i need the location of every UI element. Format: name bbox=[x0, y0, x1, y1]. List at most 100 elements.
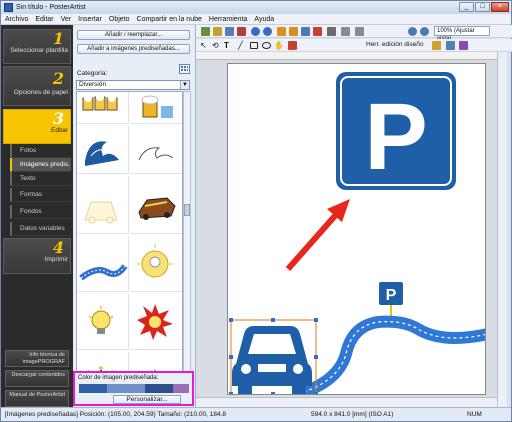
close-button[interactable]: × bbox=[491, 2, 509, 12]
color-swatch-1[interactable] bbox=[79, 384, 107, 393]
step-number: 3 bbox=[52, 109, 64, 128]
rectangle-tool-icon[interactable] bbox=[250, 42, 258, 49]
status-position: [Imágenes prediseñadas] Posición: (105.0… bbox=[5, 411, 227, 418]
distribute-icon[interactable] bbox=[289, 27, 298, 36]
grid-icon[interactable] bbox=[355, 27, 364, 36]
menu-compartir[interactable]: Compartir en la nube bbox=[133, 16, 205, 23]
poster-artwork: P P bbox=[229, 72, 486, 394]
status-num: NUM bbox=[467, 411, 482, 418]
zoom-in-icon[interactable] bbox=[408, 27, 417, 36]
arrange-icon[interactable] bbox=[301, 27, 310, 36]
open-icon[interactable] bbox=[213, 27, 222, 36]
steps-sidebar: 1 Seleccionar plantilla 2 Opciones de pa… bbox=[1, 25, 73, 407]
status-bar: [Imágenes prediseñadas] Posición: (105.0… bbox=[1, 407, 511, 421]
sidebar-item-formas[interactable]: Formas bbox=[10, 188, 71, 202]
download-content-button[interactable]: Descargar contenidos bbox=[5, 370, 69, 387]
manual-button[interactable]: Manual de PosterArtist bbox=[5, 390, 69, 407]
car-clipart[interactable] bbox=[232, 326, 312, 394]
thumb-idea-bulb-badge[interactable] bbox=[131, 236, 182, 292]
clipart-color-section: Color de imagen prediseñada: Personaliza… bbox=[73, 371, 194, 406]
zoom-out-icon[interactable] bbox=[420, 27, 429, 36]
menu-archivo[interactable]: Archivo bbox=[1, 16, 31, 23]
app-window: Sin título - PosterArtist _ □ × Archivo … bbox=[0, 0, 512, 422]
sidebar-item-datos[interactable]: Datos variables bbox=[10, 222, 71, 236]
title-bar: Sin título - PosterArtist _ □ × bbox=[1, 1, 511, 14]
imageprograf-info-button[interactable]: Info técnica de imagePROGRAF bbox=[5, 350, 69, 367]
redo-icon[interactable] bbox=[263, 27, 272, 36]
red-arrow[interactable] bbox=[285, 207, 344, 271]
print-icon[interactable] bbox=[237, 27, 246, 36]
category-select[interactable]: Diversión ▼ bbox=[76, 80, 190, 90]
thumb-road[interactable] bbox=[77, 236, 129, 292]
menu-objeto[interactable]: Objeto bbox=[105, 16, 133, 23]
select-arrow-icon[interactable]: ↖ bbox=[200, 41, 209, 50]
menu-bar: Archivo Editar Ver Insertar Objeto Compa… bbox=[1, 14, 511, 25]
group-icon[interactable] bbox=[313, 27, 322, 36]
sidebar-item-fondos[interactable]: Fondos bbox=[10, 205, 71, 219]
poster-page[interactable]: P P bbox=[227, 63, 486, 395]
step-1-select-template[interactable]: 1 Seleccionar plantilla bbox=[3, 29, 71, 64]
road-clipart[interactable] bbox=[296, 315, 486, 394]
step-number: 4 bbox=[52, 238, 64, 257]
vertical-scrollbar[interactable] bbox=[497, 52, 507, 407]
add-replace-button[interactable]: Añadir / reemplazar... bbox=[77, 30, 190, 40]
zoom-select[interactable]: 100% (Ajustar vista) bbox=[434, 26, 490, 42]
thumb-wave[interactable] bbox=[77, 126, 129, 174]
design-tool-label[interactable]: Herr. edición diseño bbox=[366, 41, 423, 48]
menu-ver[interactable]: Ver bbox=[57, 16, 75, 23]
menu-editar[interactable]: Editar bbox=[31, 16, 56, 23]
color-swatch-2[interactable] bbox=[107, 384, 145, 393]
grid-view-icon[interactable] bbox=[179, 64, 190, 74]
category-value: Diversión bbox=[79, 81, 107, 88]
hand-tool-icon[interactable]: ✋ bbox=[274, 41, 284, 50]
ruler bbox=[196, 52, 504, 60]
thumb-beer-glass[interactable] bbox=[131, 92, 182, 124]
chevron-down-icon[interactable] bbox=[341, 27, 350, 36]
sidebar-item-imagenes[interactable]: Imágenes predis. bbox=[10, 158, 71, 172]
save-icon[interactable] bbox=[225, 27, 234, 36]
ellipse-tool-icon[interactable] bbox=[262, 42, 271, 49]
step-label: Opciones de papel bbox=[13, 89, 68, 96]
sidebar-item-fotos[interactable]: Fotos bbox=[10, 144, 71, 158]
maximize-button[interactable]: □ bbox=[475, 2, 490, 12]
thumb-beer-mugs[interactable] bbox=[77, 92, 129, 124]
clipart-thumbnails bbox=[76, 91, 183, 391]
app-icon bbox=[4, 3, 13, 12]
thumb-sports-car[interactable] bbox=[131, 176, 182, 234]
add-to-clipart-button[interactable]: Añadir a imágenes prediseñadas... bbox=[77, 44, 190, 54]
design-tool-icon-3[interactable] bbox=[459, 41, 468, 50]
design-tool-icon-1[interactable] bbox=[432, 41, 441, 50]
sidebar-item-texto[interactable]: Texto bbox=[10, 172, 71, 186]
menu-herramienta[interactable]: Herramienta bbox=[205, 16, 251, 23]
step-4-print[interactable]: 4 Imprimir bbox=[3, 238, 71, 274]
undo-icon[interactable] bbox=[251, 27, 260, 36]
eyedropper-icon[interactable] bbox=[288, 41, 297, 50]
window-title: Sin título - PosterArtist bbox=[16, 4, 86, 11]
thumb-light-bulb[interactable] bbox=[77, 294, 129, 350]
thumb-car-outline[interactable] bbox=[77, 176, 129, 234]
align-icon[interactable] bbox=[277, 27, 286, 36]
color-swatch-3[interactable] bbox=[145, 384, 173, 393]
design-tool-icon-2[interactable] bbox=[446, 41, 455, 50]
ungroup-icon[interactable] bbox=[327, 27, 336, 36]
thumb-bulb-starburst[interactable] bbox=[131, 294, 182, 350]
new-icon[interactable] bbox=[201, 27, 210, 36]
thumb-wave-outline[interactable] bbox=[131, 126, 182, 174]
step-3-edit[interactable]: 3 Editar bbox=[3, 109, 71, 144]
color-swatch-4[interactable] bbox=[173, 384, 189, 393]
minimize-button[interactable]: _ bbox=[459, 2, 474, 12]
clipart-scrollbar[interactable] bbox=[183, 91, 191, 391]
rotate-icon[interactable]: ⟲ bbox=[212, 41, 221, 50]
horizontal-scrollbar[interactable] bbox=[196, 397, 497, 407]
line-tool-icon[interactable]: ╱ bbox=[238, 41, 247, 50]
step-number: 1 bbox=[52, 29, 64, 48]
small-sign-letter: P bbox=[386, 287, 397, 304]
customize-button[interactable]: Personalizar... bbox=[113, 395, 181, 404]
chevron-down-icon: ▼ bbox=[180, 81, 189, 89]
clipart-panel: Añadir / reemplazar... Añadir a imágenes… bbox=[73, 25, 196, 407]
step-2-paper-options[interactable]: 2 Opciones de papel bbox=[3, 66, 71, 106]
menu-ayuda[interactable]: Ayuda bbox=[250, 16, 277, 23]
menu-insertar[interactable]: Insertar bbox=[74, 16, 105, 23]
text-tool-icon[interactable]: T bbox=[224, 41, 233, 50]
clipart-color-label: Color de imagen prediseñada: bbox=[78, 375, 159, 381]
